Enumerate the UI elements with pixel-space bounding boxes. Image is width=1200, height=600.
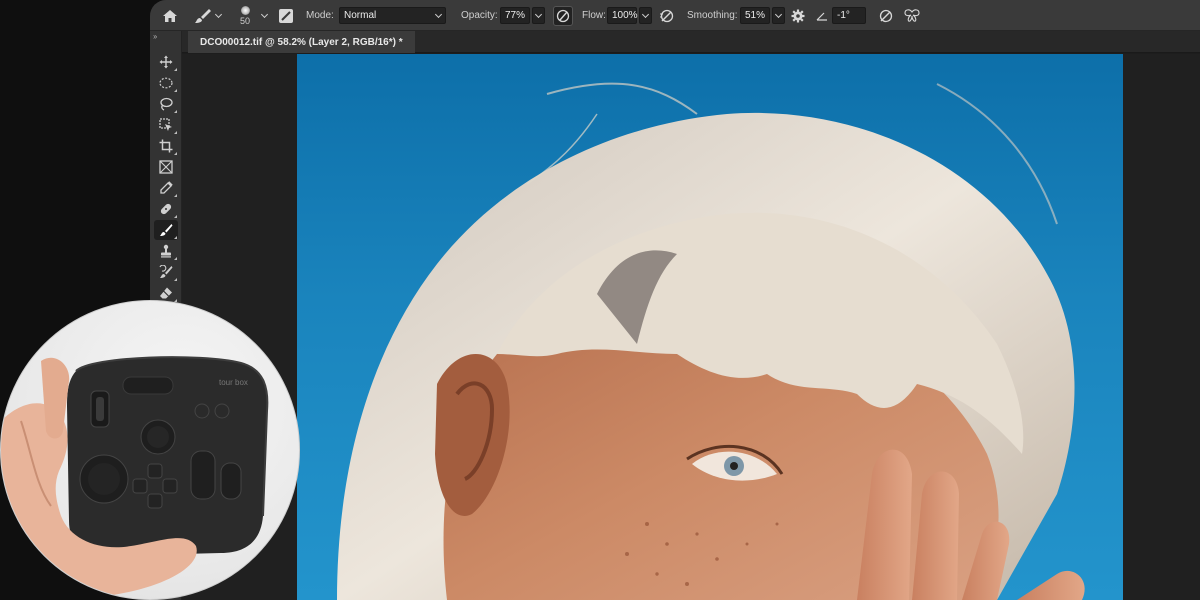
chevron-down-icon xyxy=(434,10,443,18)
brush-preset-icon[interactable] xyxy=(194,0,212,31)
smoothing-input[interactable]: 51% xyxy=(740,7,770,24)
brush-icon xyxy=(160,224,173,236)
brush-settings-panel-icon[interactable] xyxy=(278,0,294,31)
history-brush-icon xyxy=(159,265,173,278)
eraser-icon xyxy=(160,287,172,299)
butterfly-icon xyxy=(904,8,920,22)
pressure-size-toggle[interactable] xyxy=(878,0,894,31)
flow-label: Flow: xyxy=(582,10,606,21)
stamp-icon xyxy=(161,244,171,258)
controller-illustration: tour box xyxy=(1,356,269,599)
eyedropper-tool[interactable] xyxy=(154,178,178,198)
photoshop-window: 50 Mode: Normal Opacity: 77% Flow: 100% xyxy=(150,0,1200,600)
flow-input[interactable]: 100% xyxy=(607,7,638,24)
crop-icon xyxy=(159,139,173,153)
blend-mode-select[interactable]: Normal xyxy=(339,7,446,24)
airbrush-icon xyxy=(660,9,674,22)
clone-stamp-tool[interactable] xyxy=(154,241,178,261)
opacity-dropdown[interactable] xyxy=(532,7,545,24)
ellipse-marquee-icon xyxy=(159,77,173,89)
frame-tool[interactable] xyxy=(154,157,178,177)
pressure-opacity-icon xyxy=(553,5,573,26)
eyedropper-icon xyxy=(160,181,173,194)
brush-size-picker[interactable]: 50 xyxy=(240,0,250,31)
marquee-tool[interactable] xyxy=(154,73,178,93)
portrait-photo xyxy=(337,82,1085,600)
airbrush-toggle[interactable] xyxy=(659,0,675,31)
frame-icon xyxy=(159,160,173,174)
object-select-icon xyxy=(159,118,172,131)
crop-tool[interactable] xyxy=(154,136,178,156)
controller-logo: tour box xyxy=(219,378,248,387)
move-tool[interactable] xyxy=(154,52,178,72)
document-tab-bar: DCO00012.tif @ 58.2% (Layer 2, RGB/16*) … xyxy=(182,31,1200,53)
healing-brush-icon xyxy=(160,203,172,215)
object-select-tool[interactable] xyxy=(154,115,178,135)
tourbox-controller-photo: tour box xyxy=(0,300,300,600)
brush-angle-input[interactable]: -1° xyxy=(832,7,866,24)
document-tab[interactable]: DCO00012.tif @ 58.2% (Layer 2, RGB/16*) … xyxy=(188,31,415,53)
flow-dropdown[interactable] xyxy=(639,7,652,24)
opacity-label: Opacity: xyxy=(461,10,498,21)
collapse-panel-icon[interactable]: ›› xyxy=(153,32,157,41)
pressure-opacity-toggle[interactable] xyxy=(553,0,573,31)
lasso-icon xyxy=(160,97,173,111)
pressure-size-icon xyxy=(879,9,893,22)
canvas-area[interactable] xyxy=(182,54,1200,600)
smoothing-options-gear[interactable] xyxy=(791,0,805,31)
home-icon[interactable] xyxy=(162,0,178,31)
gear-icon xyxy=(791,9,805,22)
healing-brush-tool[interactable] xyxy=(154,199,178,219)
angle-icon xyxy=(816,0,828,31)
chevron-down-icon xyxy=(641,10,650,18)
blend-mode-value: Normal xyxy=(344,10,377,21)
smoothing-dropdown[interactable] xyxy=(772,7,785,24)
brush-tool[interactable] xyxy=(154,220,178,240)
brush-size-dropdown-icon[interactable] xyxy=(260,10,269,18)
symmetry-toggle[interactable] xyxy=(904,0,920,31)
mode-label: Mode: xyxy=(306,10,334,21)
opacity-input[interactable]: 77% xyxy=(500,7,530,24)
brush-size-value: 50 xyxy=(240,15,251,26)
chevron-down-icon xyxy=(774,10,783,18)
chevron-down-icon xyxy=(534,10,543,18)
smoothing-label: Smoothing: xyxy=(687,10,738,21)
brush-tip-icon xyxy=(240,5,250,15)
lasso-tool[interactable] xyxy=(154,94,178,114)
history-brush-tool[interactable] xyxy=(154,262,178,282)
move-icon xyxy=(159,55,173,69)
options-bar: 50 Mode: Normal Opacity: 77% Flow: 100% xyxy=(150,0,1200,31)
brush-preset-dropdown-icon[interactable] xyxy=(214,10,223,18)
document-canvas-image[interactable] xyxy=(297,54,1123,600)
